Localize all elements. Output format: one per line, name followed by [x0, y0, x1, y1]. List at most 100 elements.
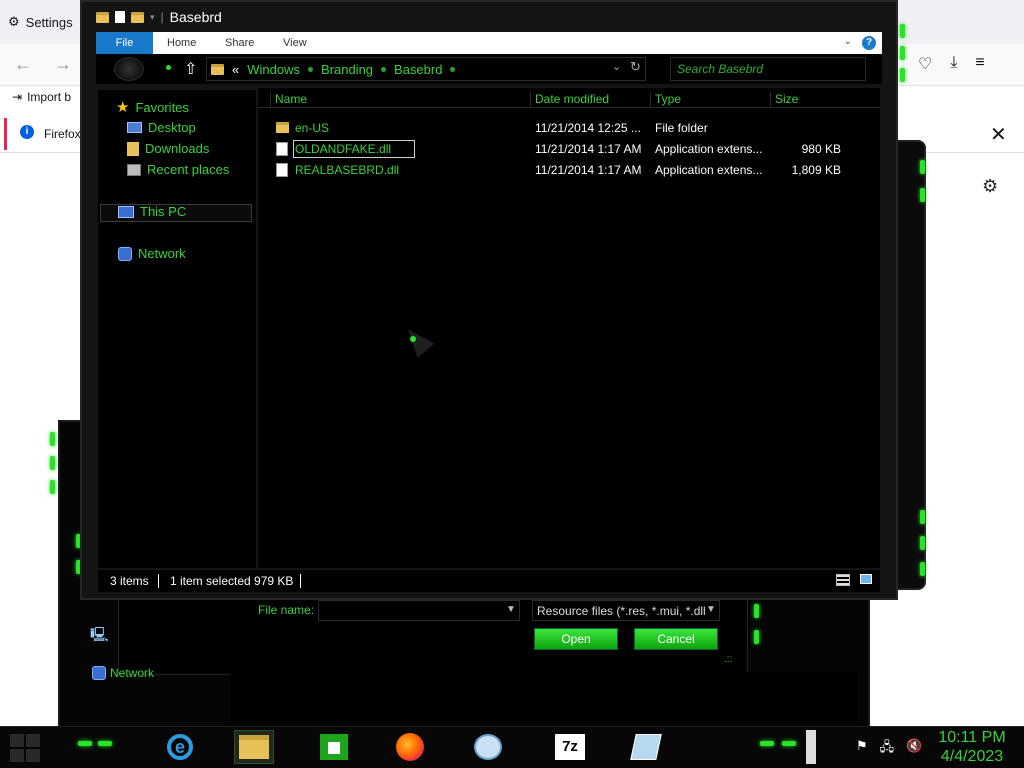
taskbar-store[interactable]	[314, 730, 354, 764]
up-arrow-icon[interactable]: ⇧	[184, 59, 197, 79]
taskbar-file-explorer[interactable]	[234, 730, 274, 764]
sidebar-item-desktop[interactable]: Desktop	[127, 120, 196, 135]
firefox-icon	[396, 733, 424, 761]
breadcrumb-separator[interactable]	[450, 66, 456, 72]
tab-home[interactable]: Home	[167, 32, 196, 54]
clock-date: 4/4/2023	[940, 748, 1004, 765]
search-input[interactable]: Search Basebrd	[670, 57, 866, 81]
store-icon	[320, 734, 348, 760]
ribbon: File Home Share View ⌄ ?	[96, 32, 882, 54]
close-icon[interactable]: ✕	[990, 122, 1007, 147]
taskbar-internet-explorer[interactable]: e	[160, 730, 200, 764]
details-view-icon[interactable]	[836, 574, 850, 586]
chevron-down-icon[interactable]: ⌄	[844, 36, 852, 47]
resize-grip-icon[interactable]: .::	[724, 654, 732, 665]
star-icon: ★	[116, 99, 130, 116]
cursor-glow	[410, 336, 416, 342]
tab-file[interactable]: File	[96, 32, 153, 54]
back-dialog-pane	[230, 672, 858, 724]
back-network-item[interactable]: Network	[92, 666, 154, 680]
sidebar-item-label: This PC	[140, 204, 187, 219]
item-count: 3 items	[110, 574, 149, 588]
taskbar-notepad[interactable]	[626, 730, 666, 764]
sidebar-item-favorites[interactable]: ★ Favorites	[116, 98, 189, 116]
column-header-date[interactable]: Date modified	[530, 92, 636, 108]
table-row[interactable]: REALBASEBRD.dll 11/21/2014 1:17 AM Appli…	[272, 160, 842, 180]
help-icon[interactable]: ?	[862, 36, 876, 50]
sidebar-item-label: Downloads	[145, 141, 210, 156]
chevron-down-icon[interactable]: ▾	[150, 12, 155, 23]
back-arrow-icon[interactable]: ←	[14, 54, 32, 75]
chevron-down-icon[interactable]: ▼	[506, 604, 516, 615]
breadcrumb-branding[interactable]: Branding	[321, 62, 373, 77]
download-icon[interactable]: ⤓	[950, 54, 957, 74]
notification-text: Firefox	[44, 127, 81, 141]
status-separator	[158, 574, 159, 588]
large-icons-view-icon[interactable]	[860, 574, 872, 584]
breadcrumb-windows[interactable]: Windows	[247, 62, 300, 77]
taskbar-7zip[interactable]: 7z	[550, 730, 590, 764]
pocket-icon[interactable]: ♡	[918, 54, 932, 74]
led-accent	[78, 741, 92, 746]
taskbar-scroller[interactable]	[806, 730, 816, 764]
led-accent	[50, 432, 55, 446]
address-bar[interactable]: « Windows Branding Basebrd	[206, 57, 646, 81]
led-accent	[900, 46, 905, 60]
column-header-size[interactable]: Size	[770, 92, 834, 108]
file-type: File folder	[655, 121, 708, 135]
sidebar-item-this-pc[interactable]: This PC	[118, 204, 186, 219]
window-title: Basebrd	[169, 9, 222, 25]
tab-share[interactable]: Share	[225, 32, 254, 54]
taskbar-firefox[interactable]	[390, 730, 430, 764]
settings-tab-label: Settings	[25, 14, 73, 30]
start-button[interactable]	[10, 734, 42, 762]
breadcrumb-separator[interactable]	[381, 66, 387, 72]
sidebar-item-label: Recent places	[147, 162, 230, 177]
back-forward-orb[interactable]	[114, 57, 144, 81]
sidebar-item-downloads[interactable]: Downloads	[127, 141, 209, 156]
tab-view[interactable]: View	[283, 32, 307, 54]
settings-tab[interactable]: ⚙ Settings	[8, 14, 73, 30]
file-name: en-US	[295, 121, 330, 135]
new-folder-icon[interactable]	[131, 11, 144, 23]
column-header-type[interactable]: Type	[650, 92, 754, 108]
file-type-select[interactable]: Resource files (*.res, *.mui, *.dll	[532, 600, 720, 621]
forward-arrow-icon[interactable]: →	[54, 54, 72, 75]
status-bar: 3 items 1 item selected 979 KB	[98, 570, 880, 592]
file-date: 11/21/2014 12:25 ...	[535, 121, 641, 135]
led-accent	[760, 741, 774, 746]
file-list: Name Date modified Type Size en-US 11/21…	[258, 88, 880, 568]
import-bookmarks-link[interactable]: ⇥ Import b	[12, 90, 71, 104]
breadcrumb-separator[interactable]	[307, 66, 313, 72]
chevron-down-icon[interactable]: ▼	[706, 604, 716, 615]
selection-info: 1 item selected 979 KB	[170, 574, 294, 588]
file-name-input[interactable]	[318, 600, 520, 621]
recent-locations-icon[interactable]	[166, 65, 171, 70]
menu-icon[interactable]: ≡	[975, 54, 984, 74]
flag-icon[interactable]: ⚑	[856, 738, 868, 760]
recent-places-icon	[127, 163, 141, 176]
dll-file-icon	[276, 142, 288, 156]
breadcrumb-basebrd[interactable]: Basebrd	[394, 62, 442, 77]
file-size: 980 KB	[801, 142, 841, 156]
overflow-chevron[interactable]: «	[232, 62, 239, 77]
table-row[interactable]: en-US 11/21/2014 12:25 ... File folder	[272, 118, 842, 138]
properties-icon[interactable]	[115, 11, 125, 23]
table-row-selected[interactable]: OLDANDFAKE.dll 11/21/2014 1:17 AM Applic…	[272, 139, 842, 159]
led-accent	[900, 24, 905, 38]
address-dropdown-icon[interactable]: ⌄	[612, 60, 621, 73]
refresh-icon[interactable]: ↻	[630, 59, 641, 75]
file-name-label: File name:	[258, 603, 315, 617]
clock[interactable]: 10:11 PM 4/4/2023	[930, 728, 1014, 766]
sidebar-item-recent-places[interactable]: Recent places	[127, 162, 229, 177]
notepad-icon	[630, 734, 662, 760]
network-status-icon[interactable]: 🖧	[880, 738, 895, 760]
led-accent	[920, 510, 925, 524]
taskbar-paint[interactable]	[468, 730, 508, 764]
open-button[interactable]: Open	[534, 628, 618, 650]
sidebar-item-network[interactable]: Network	[118, 246, 186, 261]
volume-muted-icon[interactable]: 🔇	[906, 738, 922, 760]
cancel-button[interactable]: Cancel	[634, 628, 718, 650]
column-header-name[interactable]: Name	[270, 92, 514, 108]
page-gear-icon[interactable]: ⚙	[982, 176, 998, 197]
